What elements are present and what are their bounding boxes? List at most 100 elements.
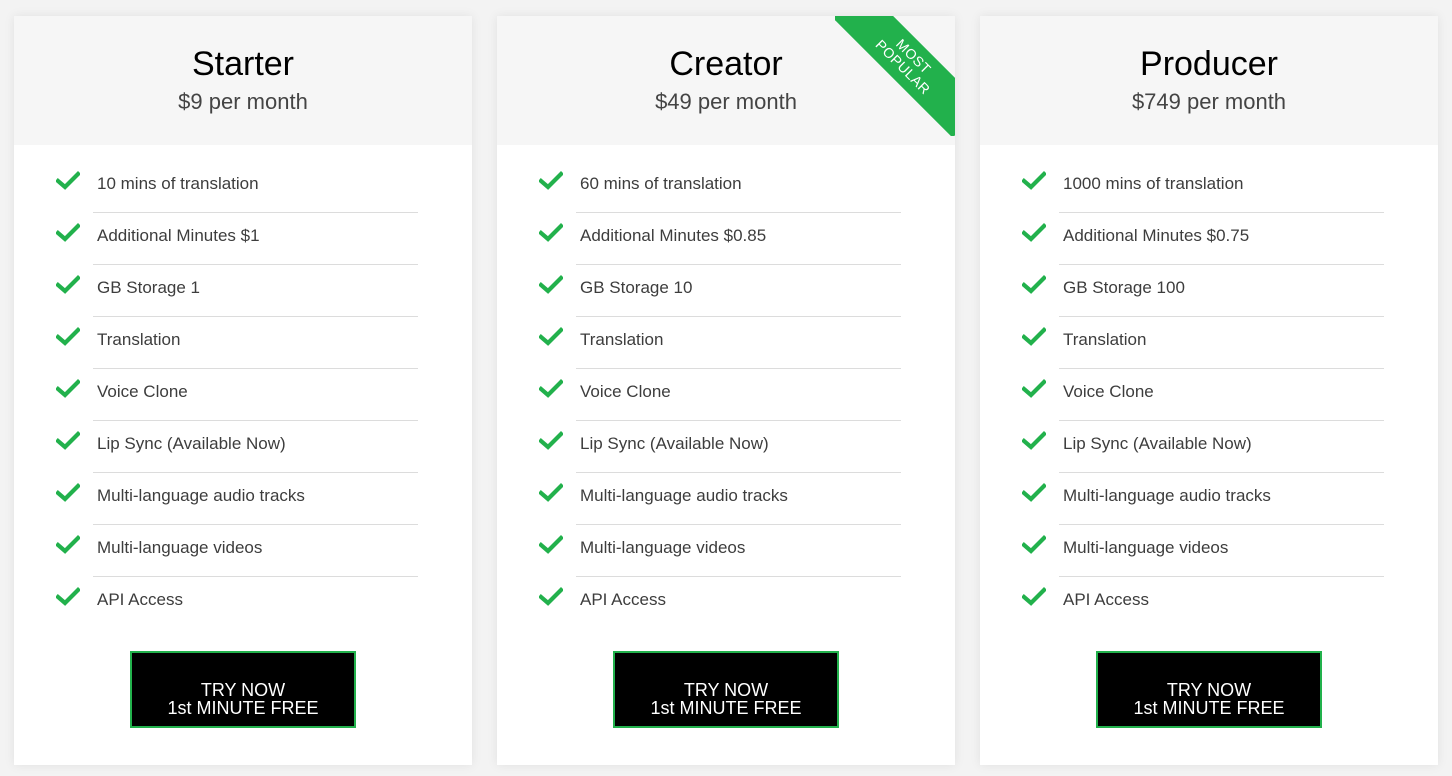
feature-item: GB Storage 10 [497,265,955,317]
try-now-button[interactable]: TRY NOW 1st MINUTE FREE [130,651,356,728]
feature-item: 1000 mins of translation [980,161,1438,213]
check-icon [1021,535,1047,555]
check-icon [1021,431,1047,451]
feature-label: Translation [1063,330,1147,349]
feature-item: Lip Sync (Available Now) [14,421,472,473]
feature-item: Additional Minutes $1 [14,213,472,265]
feature-list: 60 mins of translation Additional Minutes… [497,161,955,629]
check-icon [55,483,81,503]
check-icon [1021,379,1047,399]
feature-item: API Access [14,577,472,629]
ribbon-label: MOST POPULAR [835,16,955,136]
feature-label: 60 mins of translation [580,174,742,193]
check-icon [55,171,81,191]
feature-item: Translation [497,317,955,369]
cta-line-2: 1st MINUTE FREE [650,697,802,718]
check-icon [538,171,564,191]
check-icon [538,223,564,243]
feature-label: Voice Clone [97,382,188,401]
feature-item: Voice Clone [980,369,1438,421]
pricing-card-producer: Producer $749 per month 1000 mins of tra… [980,16,1438,765]
feature-item: API Access [497,577,955,629]
try-now-button[interactable]: TRY NOW 1st MINUTE FREE [613,651,839,728]
check-icon [1021,275,1047,295]
check-icon [55,379,81,399]
pricing-card-starter: Starter $9 per month 10 mins of translat… [14,16,472,765]
check-icon [1021,587,1047,607]
feature-item: Lip Sync (Available Now) [497,421,955,473]
cta-line-1: TRY NOW [1166,679,1252,700]
plan-name: Producer [1140,45,1278,83]
pricing-card-creator: Creator $49 per month 60 mins of transla… [497,16,955,765]
check-icon [55,431,81,451]
check-icon [55,275,81,295]
check-icon [55,587,81,607]
feature-list: 10 mins of translation Additional Minutes… [14,161,472,629]
check-icon [538,275,564,295]
check-icon [538,431,564,451]
feature-label: Voice Clone [1063,382,1154,401]
feature-label: Additional Minutes $0.85 [580,226,767,245]
check-icon [1021,483,1047,503]
check-icon [538,587,564,607]
plan-name: Starter [191,45,295,83]
feature-item: Translation [14,317,472,369]
feature-item: 60 mins of translation [497,161,955,213]
feature-item: GB Storage 100 [980,265,1438,317]
feature-item: Voice Clone [497,369,955,421]
feature-label: Lip Sync (Available Now) [97,434,286,453]
feature-item: Multi-language videos [14,525,472,577]
feature-label: API Access [1063,590,1149,609]
check-icon [538,327,564,347]
check-icon [538,379,564,399]
plan-price: $749 per month [1131,89,1287,114]
most-popular-ribbon: MOST POPULAR [835,16,955,136]
check-icon [538,483,564,503]
feature-item: Translation [980,317,1438,369]
check-icon [55,327,81,347]
feature-label: GB Storage 10 [580,278,693,297]
cta-line-1: TRY NOW [200,679,286,700]
feature-label: 1000 mins of translation [1063,174,1244,193]
feature-item: Multi-language audio tracks [497,473,955,525]
check-icon [55,223,81,243]
feature-label: Voice Clone [580,382,671,401]
check-icon [538,535,564,555]
feature-item: Multi-language videos [497,525,955,577]
feature-label: Multi-language audio tracks [1063,486,1271,505]
feature-label: Translation [580,330,664,349]
feature-label: Multi-language audio tracks [97,486,305,505]
feature-item: GB Storage 1 [14,265,472,317]
feature-item: Lip Sync (Available Now) [980,421,1438,473]
try-now-button[interactable]: TRY NOW 1st MINUTE FREE [1096,651,1322,728]
cta-line-1: TRY NOW [683,679,769,700]
feature-label: Multi-language videos [580,538,746,557]
feature-label: Lip Sync (Available Now) [1063,434,1252,453]
feature-item: Additional Minutes $0.85 [497,213,955,265]
feature-label: GB Storage 100 [1063,278,1185,297]
feature-item: Additional Minutes $0.75 [980,213,1438,265]
feature-label: API Access [97,590,183,609]
feature-item: Voice Clone [14,369,472,421]
feature-item: Multi-language audio tracks [980,473,1438,525]
feature-item: 10 mins of translation [14,161,472,213]
check-icon [1021,327,1047,347]
feature-label: API Access [580,590,666,609]
feature-label: Additional Minutes $0.75 [1063,226,1250,245]
feature-label: GB Storage 1 [97,278,201,297]
feature-label: Translation [97,330,181,349]
feature-item: Multi-language audio tracks [14,473,472,525]
cta-line-2: 1st MINUTE FREE [167,697,319,718]
check-icon [1021,171,1047,191]
feature-item: Multi-language videos [980,525,1438,577]
feature-label: Multi-language audio tracks [580,486,788,505]
plan-price: $9 per month [178,89,308,114]
card-header: Starter $9 per month [14,16,472,145]
feature-label: Multi-language videos [97,538,263,557]
check-icon [1021,223,1047,243]
feature-label: Multi-language videos [1063,538,1229,557]
feature-label: Lip Sync (Available Now) [580,434,769,453]
feature-item: API Access [980,577,1438,629]
card-header: Producer $749 per month [980,16,1438,145]
feature-list: 1000 mins of translation Additional Minut… [980,161,1438,629]
